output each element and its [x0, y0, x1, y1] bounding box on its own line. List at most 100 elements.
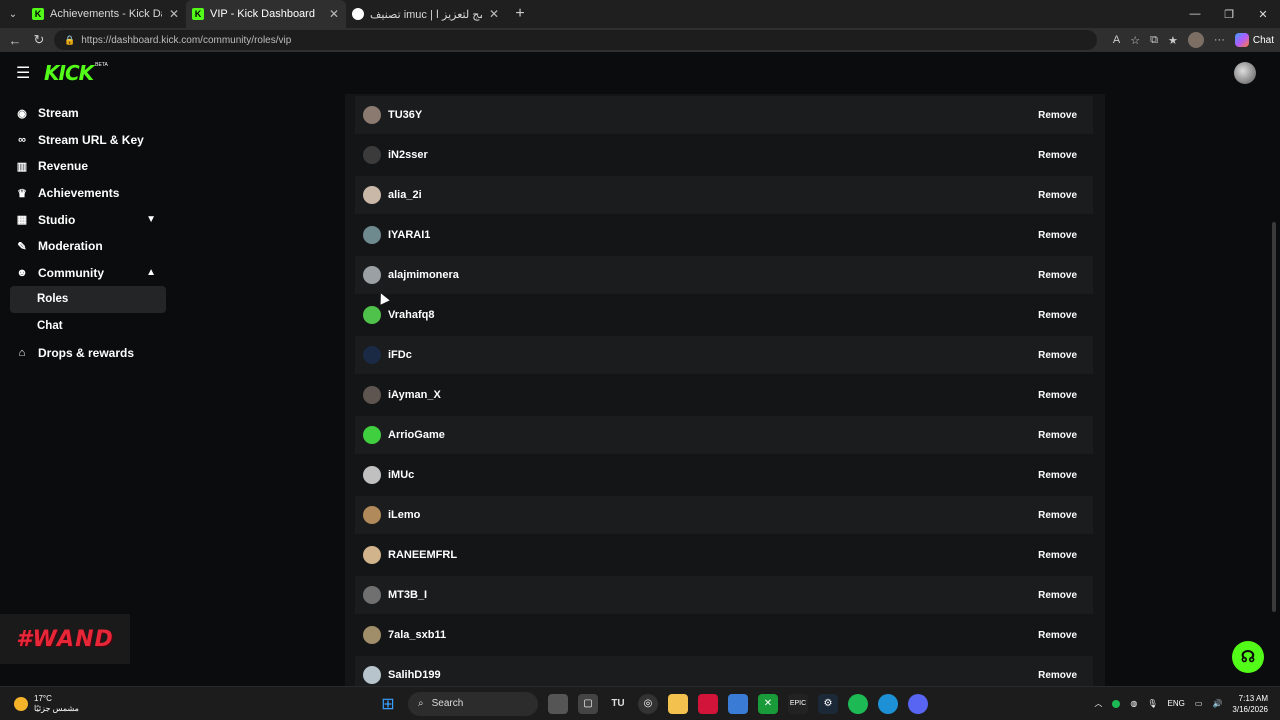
remove-button[interactable]: Remove — [1038, 106, 1077, 125]
sidebar-subitem-chat[interactable]: Chat — [10, 313, 166, 340]
discord-icon[interactable] — [908, 693, 928, 714]
extensions-icon[interactable]: ⧉ — [1150, 34, 1158, 47]
user-avatar[interactable] — [363, 106, 381, 124]
remove-button[interactable]: Remove — [1038, 346, 1077, 365]
sidebar-item-stream-url-key[interactable]: ∞ Stream URL & Key — [0, 127, 176, 154]
tab-achievements[interactable]: K Achievements - Kick Dashboard ✕ — [26, 0, 186, 28]
username[interactable]: iFDc — [388, 349, 412, 361]
language-indicator[interactable]: ENG — [1168, 699, 1185, 708]
sidebar-item-drops-rewards[interactable]: ⌂ Drops & rewards — [0, 339, 176, 366]
favorites-icon[interactable]: ★ — [1168, 34, 1178, 47]
refresh-icon[interactable]: ↻ — [30, 31, 48, 49]
remove-button[interactable]: Remove — [1038, 186, 1077, 205]
user-avatar[interactable] — [363, 466, 381, 484]
user-avatar[interactable] — [363, 306, 381, 324]
minimize-icon[interactable]: — — [1178, 0, 1212, 28]
username[interactable]: TU36Y — [388, 109, 422, 121]
xbox-icon[interactable]: ✕ — [758, 693, 778, 714]
close-window-icon[interactable]: ✕ — [1246, 0, 1280, 28]
url-field[interactable]: 🔒 https://dashboard.kick.com/community/r… — [54, 30, 1097, 50]
sidebar-item-studio[interactable]: ▦ Studio ▼ — [0, 206, 176, 233]
remove-button[interactable]: Remove — [1038, 666, 1077, 685]
remove-button[interactable]: Remove — [1038, 506, 1077, 525]
profile-avatar[interactable] — [1187, 32, 1204, 48]
remove-button[interactable]: Remove — [1038, 426, 1077, 445]
sidebar-item-achievements[interactable]: ♛ Achievements — [0, 180, 176, 207]
tab-vip[interactable]: K VIP - Kick Dashboard ✕ — [186, 0, 346, 28]
username[interactable]: iLemo — [388, 509, 420, 521]
network-icon[interactable]: ▭ — [1195, 699, 1203, 708]
edge-icon[interactable] — [878, 693, 898, 714]
remove-button[interactable]: Remove — [1038, 266, 1077, 285]
recorder-icon[interactable]: ◎ — [638, 693, 658, 714]
chevron-down-icon[interactable]: ▼ — [146, 214, 156, 225]
clock[interactable]: 7:13 AM 3/16/2026 — [1232, 693, 1268, 715]
user-avatar[interactable] — [363, 226, 381, 244]
tab-actions-icon[interactable]: ⌄ — [0, 0, 26, 28]
tu-app-icon[interactable]: TU — [608, 694, 628, 714]
hamburger-menu-icon[interactable]: ☰ — [16, 63, 30, 83]
tray-status-icon[interactable] — [1112, 699, 1121, 708]
sidebar-item-revenue[interactable]: ▥ Revenue — [0, 153, 176, 180]
more-menu-icon[interactable]: ··· — [1214, 34, 1225, 46]
sidebar-item-stream[interactable]: ◉ Stream — [0, 100, 176, 127]
user-avatar[interactable] — [363, 386, 381, 404]
remove-button[interactable]: Remove — [1038, 146, 1077, 165]
volume-icon[interactable]: 🔊 — [1212, 699, 1222, 708]
close-tab-icon[interactable]: ✕ — [488, 7, 500, 21]
epic-games-icon[interactable]: EPIC — [788, 693, 808, 714]
user-avatar[interactable] — [363, 266, 381, 284]
username[interactable]: SalihD199 — [388, 669, 441, 681]
spotify-icon[interactable] — [848, 693, 868, 714]
username[interactable]: iN2sser — [388, 149, 428, 161]
user-avatar[interactable] — [363, 506, 381, 524]
user-avatar[interactable] — [363, 586, 381, 604]
user-avatar[interactable] — [363, 426, 381, 444]
username[interactable]: MT3B_I — [388, 589, 427, 601]
red-app-icon[interactable] — [698, 693, 718, 714]
weather-widget[interactable]: 17°C مشمس جزئيًا — [0, 694, 200, 714]
username[interactable]: alajmimonera — [388, 269, 459, 281]
sidebar-item-moderation[interactable]: ✎ Moderation — [0, 233, 176, 260]
favorite-star-icon[interactable]: ☆ — [1130, 34, 1140, 47]
remove-button[interactable]: Remove — [1038, 586, 1077, 605]
kick-logo[interactable]: KICK — [44, 61, 94, 85]
username[interactable]: iMUc — [388, 469, 414, 481]
new-tab-icon[interactable]: + — [506, 0, 534, 28]
sidebar-subitem-roles[interactable]: Roles — [10, 286, 166, 313]
read-aloud-icon[interactable]: A — [1113, 34, 1120, 46]
widgets-icon[interactable] — [548, 693, 568, 714]
task-view-icon[interactable]: ▢ — [578, 693, 598, 714]
remove-button[interactable]: Remove — [1038, 226, 1077, 245]
username[interactable]: IYARAI1 — [388, 229, 430, 241]
remove-button[interactable]: Remove — [1038, 466, 1077, 485]
windows-start-icon[interactable]: ⊞ — [378, 694, 398, 714]
scrollbar-thumb[interactable] — [1272, 222, 1276, 612]
remove-button[interactable]: Remove — [1038, 546, 1077, 565]
steam-icon[interactable]: ⚙ — [818, 693, 838, 714]
sidebar-item-community[interactable]: ☻ Community ▲ — [0, 260, 176, 287]
username[interactable]: iAyman_X — [388, 389, 441, 401]
username[interactable]: ArrioGame — [388, 429, 445, 441]
user-avatar[interactable] — [363, 626, 381, 644]
close-tab-icon[interactable]: ✕ — [328, 7, 340, 21]
remove-button[interactable]: Remove — [1038, 386, 1077, 405]
username[interactable]: RANEEMFRL — [388, 549, 457, 561]
back-arrow-icon[interactable]: ← — [6, 31, 24, 49]
restore-icon[interactable]: ❐ — [1212, 0, 1246, 28]
taskbar-search[interactable]: ⌕ Search — [408, 691, 538, 716]
file-explorer-icon[interactable] — [668, 693, 688, 714]
tray-chevron-up-icon[interactable]: ︿ — [1094, 698, 1102, 709]
remove-button[interactable]: Remove — [1038, 626, 1077, 645]
user-avatar[interactable] — [363, 346, 381, 364]
user-avatar[interactable] — [1234, 62, 1256, 84]
username[interactable]: 7ala_sxb11 — [388, 629, 446, 641]
username[interactable]: alia_2i — [388, 189, 422, 201]
user-avatar[interactable] — [363, 186, 381, 204]
chevron-up-icon[interactable]: ▲ — [146, 267, 156, 278]
user-avatar[interactable] — [363, 546, 381, 564]
remove-button[interactable]: Remove — [1038, 306, 1077, 325]
tray-app-icon[interactable]: ◍ — [1130, 699, 1137, 708]
help-support-button[interactable]: ☊ — [1232, 641, 1264, 673]
user-avatar[interactable] — [363, 146, 381, 164]
